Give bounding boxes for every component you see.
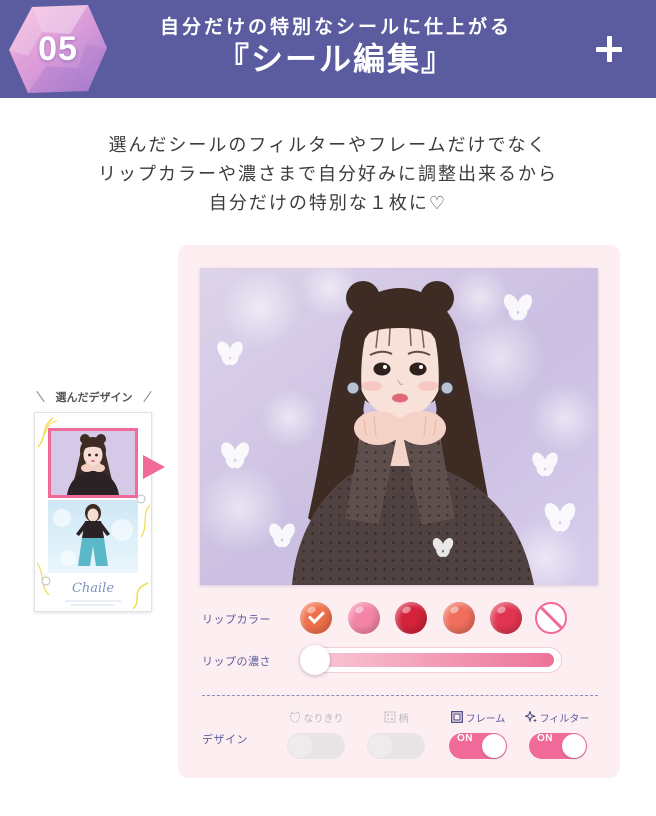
frame-icon — [450, 711, 463, 723]
toggle-knob — [562, 734, 586, 758]
arrow-right-icon — [143, 455, 165, 479]
design-option-narikiri: なりきり — [276, 709, 356, 725]
slider-handle[interactable] — [300, 645, 330, 675]
design-label: デザイン — [202, 733, 248, 746]
toggle-knob — [368, 734, 392, 758]
check-icon — [307, 607, 325, 624]
step-number: 05 — [38, 30, 78, 68]
design-option-label: フィルター — [539, 713, 590, 725]
toggle-knob — [482, 734, 506, 758]
portrait-photo — [200, 268, 598, 585]
section-header: 05 自分だけの特別なシールに仕上がる 『シール編集』 — [0, 0, 656, 98]
toggle-narikiri[interactable] — [287, 733, 345, 759]
sticker-photo-second — [48, 500, 138, 573]
intro-line: 選んだシールのフィルターやフレームだけでなく — [108, 135, 548, 156]
toggle-frame[interactable]: ON — [449, 733, 507, 759]
design-option-pattern: 柄 — [356, 709, 436, 725]
selected-sticker-thumbnail: Chaile — [34, 412, 152, 612]
toggle-filter[interactable]: ON — [529, 733, 587, 759]
toggle-knob — [288, 734, 312, 758]
design-option-label: フレーム — [465, 713, 506, 725]
lip-color-swatch-2[interactable] — [348, 602, 380, 634]
expand-button[interactable] — [590, 30, 628, 68]
intro-text: 選んだシールのフィルターやフレームだけでなく リップカラーや濃さまで自分好みに調… — [0, 131, 656, 218]
lip-color-swatch-1[interactable] — [300, 602, 332, 634]
toggle-pattern[interactable] — [367, 733, 425, 759]
design-option-label: 柄 — [398, 713, 409, 725]
lip-density-label: リップの濃さ — [202, 655, 271, 668]
toggle-state-text: ON — [457, 733, 473, 744]
mask-icon — [289, 710, 301, 723]
header-subtitle: 自分だけの特別なシールに仕上がる — [159, 16, 512, 38]
lip-color-swatch-4[interactable] — [443, 602, 475, 634]
pattern-icon — [384, 711, 396, 723]
intro-line: 自分だけの特別な１枚に♡ — [208, 193, 448, 214]
toggle-state-text: ON — [537, 733, 553, 744]
sticker-photo-selected — [48, 428, 138, 498]
lip-density-fill — [318, 653, 554, 667]
sticker-brand-text: Chaile — [71, 581, 115, 596]
design-option-frame: フレーム — [438, 709, 518, 725]
step-badge: 05 — [8, 4, 108, 94]
design-option-filter: フィルター — [517, 709, 597, 725]
lip-color-none[interactable] — [535, 602, 567, 634]
lip-color-swatch-5[interactable] — [490, 602, 522, 634]
page-title: 『シール編集』 — [216, 40, 455, 78]
sparkle-icon — [523, 709, 537, 723]
design-option-label: なりきり — [303, 713, 344, 725]
selected-design-label: 選んだデザイン — [55, 391, 133, 404]
no-color-icon — [540, 607, 562, 629]
lip-color-label: リップカラー — [202, 613, 271, 626]
lip-color-swatch-3[interactable] — [395, 602, 427, 634]
intro-line: リップカラーや濃さまで自分好みに調整出来るから — [98, 164, 558, 185]
divider — [202, 695, 598, 696]
